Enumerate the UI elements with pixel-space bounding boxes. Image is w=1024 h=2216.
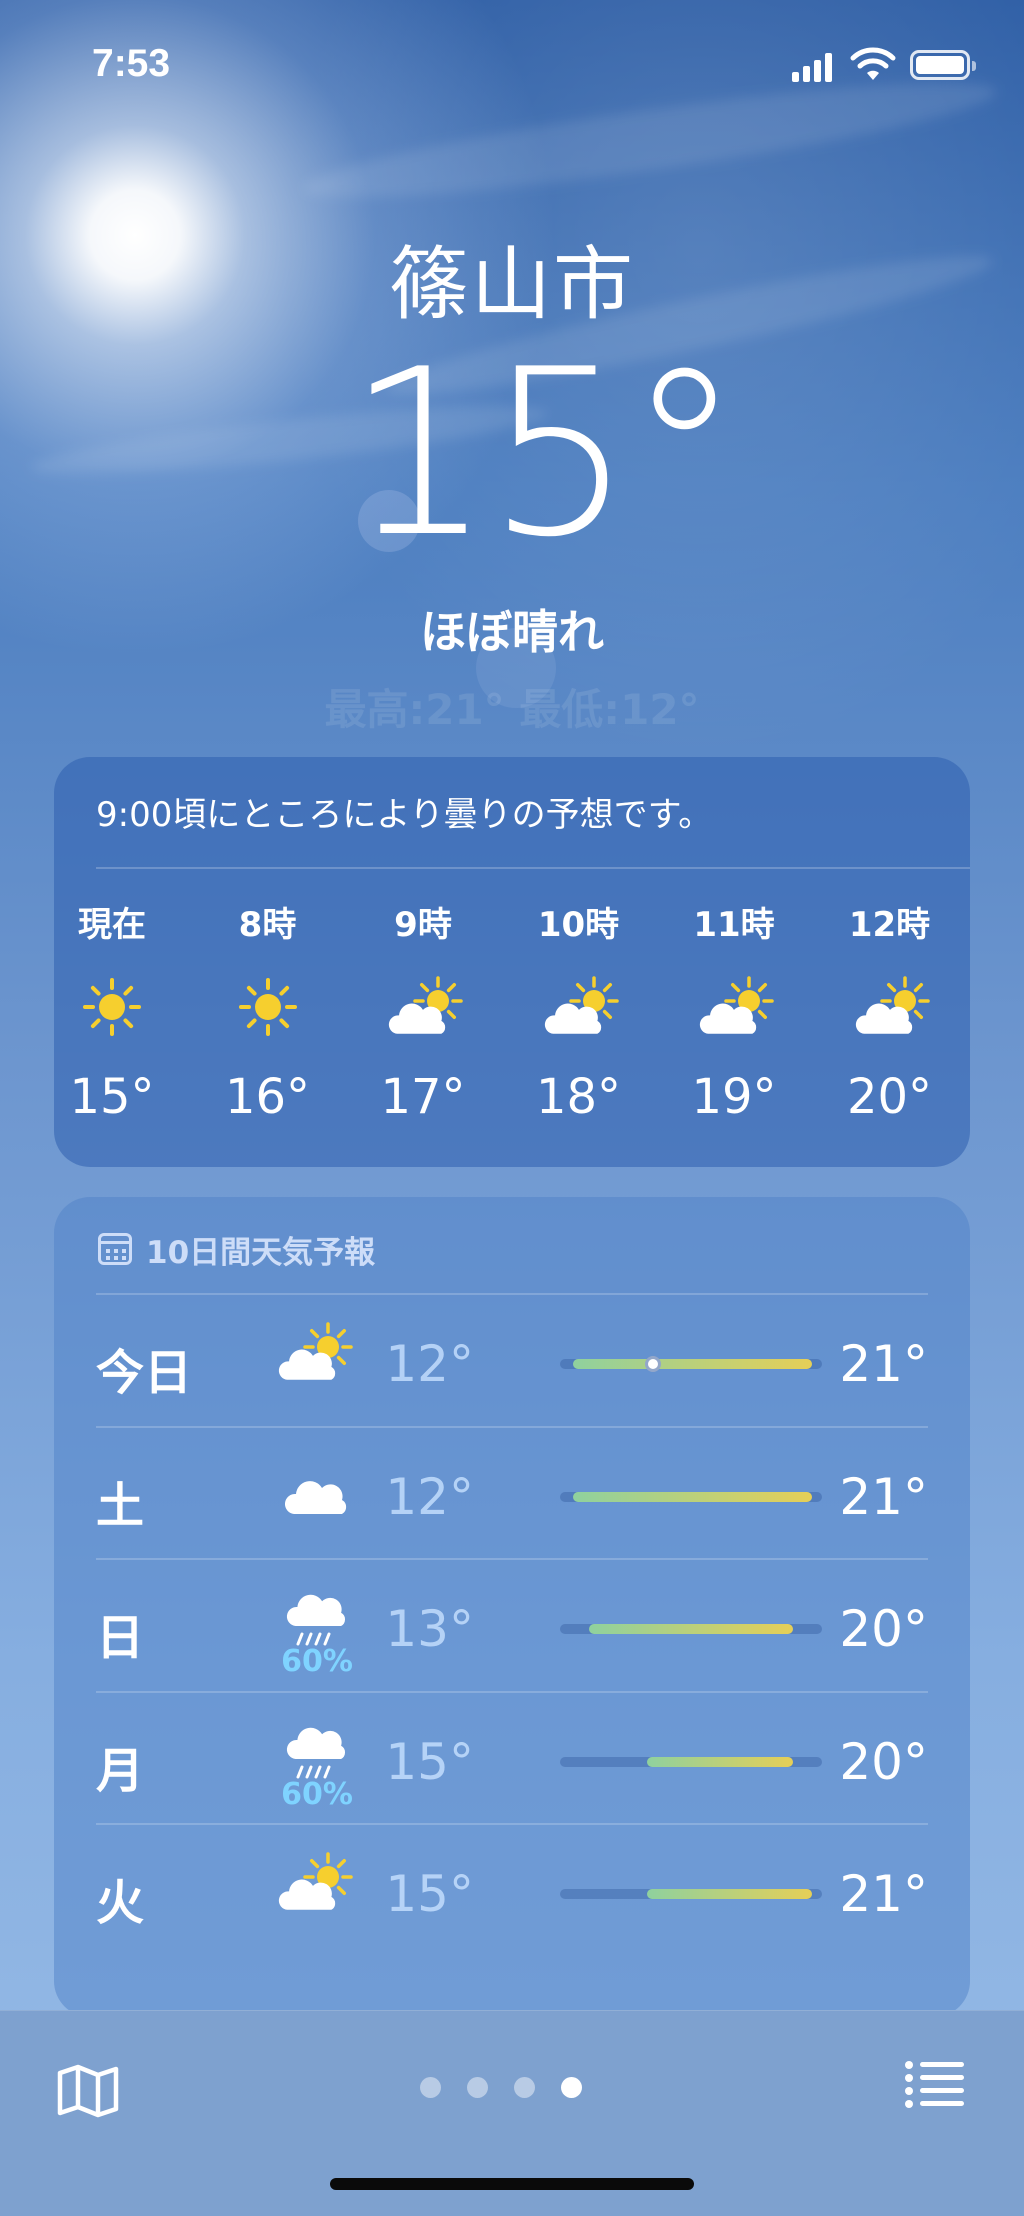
temperature-range-fill [589, 1624, 793, 1634]
city-name: 篠山市 [389, 238, 635, 331]
day-row[interactable]: 月 60% 15° 20° [96, 1690, 928, 1823]
temperature-range-fill [647, 1889, 812, 1899]
hour-temperature: 20° [846, 1069, 933, 1125]
current-temperature: 15° [346, 321, 742, 588]
temperature-range-bar [560, 1491, 822, 1502]
battery-icon [910, 50, 976, 80]
day-name: 今日 [96, 1345, 193, 1401]
high-temperature: 21° [839, 1467, 928, 1526]
temperature-range-bar [560, 1889, 822, 1899]
hour-label: 12時 [848, 905, 931, 945]
partly-cloudy-icon [542, 975, 619, 1039]
temperature-range-fill [647, 1756, 793, 1767]
wifi-icon [850, 47, 896, 80]
location-list-icon[interactable] [904, 2059, 966, 2111]
hour-temperature: 18° [535, 1069, 622, 1125]
partly-cloudy-icon [697, 975, 774, 1039]
temperature-range-fill [573, 1491, 812, 1502]
hourly-item: 現在 15° [47, 897, 177, 1125]
hour-temperature: 15° [69, 1069, 155, 1125]
page-indicator[interactable] [420, 2077, 582, 2098]
hourly-item: 9時 17° [358, 897, 488, 1125]
high-temperature: 20° [839, 1732, 928, 1791]
hour-label: 11時 [693, 905, 775, 945]
hourly-item: 12時 20° [825, 897, 955, 1125]
temperature-range-bar [560, 1356, 822, 1372]
temperature-range-bar [560, 1756, 822, 1767]
current-temperature-marker [644, 1356, 661, 1372]
hour-temperature: 19° [691, 1069, 777, 1125]
hourly-summary: 9:00頃にところにより曇りの予想です。 [96, 795, 713, 835]
hourly-item: 8時 16° [203, 897, 333, 1125]
low-temperature: 15° [385, 1732, 474, 1791]
day-name: 土 [96, 1477, 145, 1534]
hour-label: 現在 [78, 905, 146, 945]
high-temperature: 21° [839, 1865, 928, 1923]
low-temperature: 12° [385, 1335, 474, 1393]
page-dot[interactable] [467, 2077, 488, 2098]
temperature-range-fill [573, 1359, 812, 1369]
hour-label: 9時 [394, 905, 452, 945]
ten-day-title: 10日間天気予報 [146, 1234, 376, 1271]
sun-icon [231, 975, 305, 1039]
home-indicator[interactable] [330, 2178, 694, 2190]
low-temperature: 13° [385, 1600, 474, 1658]
day-row[interactable]: 土 12° 21° [96, 1425, 928, 1558]
hour-temperature: 17° [380, 1069, 466, 1125]
hourly-item: 11時 19° [669, 897, 799, 1125]
day-row[interactable]: 火 15° 21° [96, 1823, 928, 1955]
partly-cloudy-icon [853, 975, 930, 1039]
day-row[interactable]: 日 60% 13° 20° [96, 1558, 928, 1690]
high-temperature: 21° [839, 1335, 928, 1393]
divider [96, 867, 970, 869]
day-name: 日 [96, 1610, 145, 1666]
page-dot[interactable] [514, 2077, 535, 2098]
calendar-icon [98, 1233, 132, 1265]
condition-text: ほぼ晴れ [420, 605, 604, 659]
hourly-item: 10時 18° [514, 897, 644, 1125]
hour-temperature: 16° [224, 1069, 311, 1125]
low-temperature: 12° [385, 1467, 474, 1526]
day-row[interactable]: 今日 12° 21° [96, 1293, 928, 1425]
sun-icon [75, 975, 149, 1039]
hour-label: 8時 [238, 905, 297, 945]
map-icon[interactable] [56, 2063, 120, 2119]
day-name: 月 [96, 1742, 145, 1799]
low-temperature: 15° [385, 1865, 474, 1923]
hour-label: 10時 [537, 905, 620, 945]
cellular-signal-icon [792, 52, 832, 82]
temperature-range-bar [560, 1624, 822, 1634]
ten-day-forecast-card[interactable]: 10日間天気予報 今日 12° 21° 土 12° 21° 日 60% 13° 20° 月 60% 15… [54, 1197, 970, 2017]
high-low-temperature: 最高:21° 最低:12° [324, 685, 700, 734]
status-time: 7:53 [92, 42, 171, 85]
current-conditions: 篠山市 15° ほぼ晴れ 最高:21° 最低:12° [0, 220, 1024, 734]
page-dot[interactable] [420, 2077, 441, 2098]
hourly-forecast-card[interactable]: 9:00頃にところにより曇りの予想です。 現在 15° 8時 16° 9時 17° 10時 1… [54, 757, 970, 1167]
page-dot[interactable] [561, 2077, 582, 2098]
day-name: 火 [96, 1875, 145, 1931]
ten-day-header: 10日間天気予報 [98, 1227, 375, 1271]
partly-cloudy-icon [386, 975, 463, 1039]
status-bar: 7:53 [0, 0, 1024, 130]
high-temperature: 20° [839, 1600, 928, 1658]
